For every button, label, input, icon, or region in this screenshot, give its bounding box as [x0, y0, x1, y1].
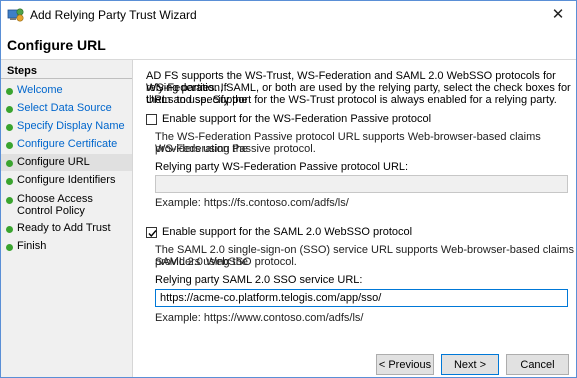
previous-button[interactable]: < Previous: [376, 354, 434, 375]
step-select-data-source[interactable]: Select Data Source: [1, 100, 132, 117]
page-header: Configure URL: [1, 29, 576, 60]
wizard-window: Add Relying Party Trust Wizard ✕ Configu…: [0, 0, 577, 378]
step-label: Welcome: [17, 84, 63, 96]
step-choose-access-control-policy[interactable]: Choose Access Control Policy: [1, 191, 132, 217]
saml-example: Example: https://www.contoso.com/adfs/ls…: [155, 312, 364, 324]
adfs-app-icon: [7, 7, 25, 23]
saml-checkbox-label[interactable]: Enable support for the SAML 2.0 WebSSO p…: [162, 226, 412, 238]
step-complete-icon: [6, 124, 13, 131]
saml-url-label: Relying party SAML 2.0 SSO service URL:: [155, 274, 363, 286]
saml-description-line-2: SAML 2.0 WebSSO protocol.: [155, 256, 297, 268]
step-pending-icon: [6, 226, 13, 233]
step-label: Select Data Source: [17, 102, 112, 114]
step-ready-to-add-trust[interactable]: Ready to Add Trust: [1, 220, 132, 237]
step-welcome[interactable]: Welcome: [1, 82, 132, 99]
saml-url-input[interactable]: [155, 289, 568, 307]
next-button[interactable]: Next >: [441, 354, 499, 375]
intro-line-3: URLs to use. Support for the WS-Trust pr…: [146, 94, 557, 106]
wizard-footer: < Previous Next > Cancel: [133, 340, 576, 377]
wsfed-checkbox[interactable]: [146, 114, 157, 125]
steps-sidebar: Steps Welcome Select Data Source Specify…: [1, 60, 133, 377]
previous-button-label: < Previous: [378, 358, 432, 371]
cancel-button[interactable]: Cancel: [506, 354, 569, 375]
step-configure-certificate[interactable]: Configure Certificate: [1, 136, 132, 153]
step-current-icon: [6, 160, 13, 167]
wsfed-checkbox-label[interactable]: Enable support for the WS-Federation Pas…: [162, 113, 431, 125]
wsfed-url-input[interactable]: [155, 175, 568, 193]
step-label: Choose Access Control Policy: [17, 193, 93, 217]
step-specify-display-name[interactable]: Specify Display Name: [1, 118, 132, 135]
step-pending-icon: [6, 197, 13, 204]
step-finish[interactable]: Finish: [1, 238, 132, 255]
page-title: Configure URL: [7, 37, 106, 53]
saml-checkbox[interactable]: [146, 227, 157, 238]
step-label: Configure Certificate: [17, 138, 118, 150]
checkmark-icon: [148, 230, 157, 238]
step-label: Ready to Add Trust: [17, 222, 111, 234]
step-pending-icon: [6, 178, 13, 185]
steps-heading: Steps: [7, 65, 37, 77]
step-complete-icon: [6, 142, 13, 149]
step-pending-icon: [6, 244, 13, 251]
title-bar: Add Relying Party Trust Wizard ✕: [1, 1, 576, 29]
close-button[interactable]: ✕: [544, 3, 572, 25]
cancel-button-label: Cancel: [520, 358, 555, 371]
wsfed-example: Example: https://fs.contoso.com/adfs/ls/: [155, 197, 349, 209]
step-label: Configure URL: [17, 156, 90, 168]
step-label: Configure Identifiers: [17, 174, 116, 186]
next-button-label: Next >: [453, 358, 487, 371]
step-configure-identifiers[interactable]: Configure Identifiers: [1, 172, 132, 189]
step-label: Specify Display Name: [17, 120, 125, 132]
wsfed-url-label: Relying party WS-Federation Passive prot…: [155, 161, 409, 173]
close-icon: ✕: [551, 6, 565, 23]
step-configure-url[interactable]: Configure URL: [1, 154, 132, 171]
step-complete-icon: [6, 106, 13, 113]
wsfed-description-line-2: WS-Federation Passive protocol.: [155, 143, 316, 155]
steps-divider: [1, 78, 132, 79]
main-content: AD FS supports the WS-Trust, WS-Federati…: [133, 60, 576, 340]
step-complete-icon: [6, 88, 13, 95]
step-label: Finish: [17, 240, 47, 252]
window-title: Add Relying Party Trust Wizard: [30, 8, 197, 22]
